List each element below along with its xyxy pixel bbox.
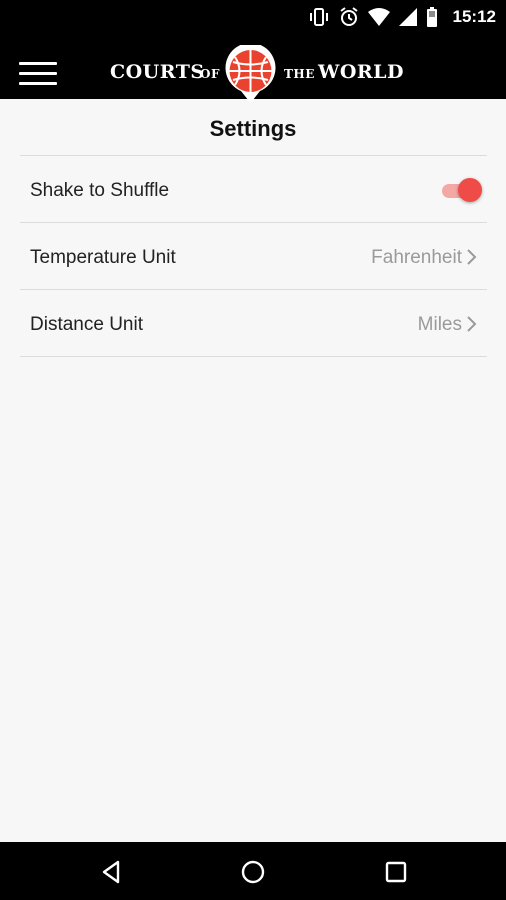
page-title: Settings bbox=[209, 116, 297, 141]
app-bar: COURTS OF THE WORLD bbox=[0, 33, 506, 103]
home-icon[interactable] bbox=[239, 858, 267, 886]
distance-unit-value: Miles bbox=[417, 314, 462, 335]
brand-word-courts: COURTS bbox=[110, 61, 205, 83]
temperature-unit-label: Temperature Unit bbox=[30, 247, 176, 268]
recents-icon[interactable] bbox=[382, 858, 410, 886]
distance-unit-label: Distance Unit bbox=[30, 314, 143, 335]
status-icons: 15:12 bbox=[308, 0, 496, 33]
settings-row-shake-to-shuffle[interactable]: Shake to Shuffle bbox=[20, 156, 487, 223]
chevron-right-icon bbox=[467, 249, 477, 265]
shake-to-shuffle-label: Shake to Shuffle bbox=[30, 180, 170, 201]
brand-word-world: WORLD bbox=[318, 61, 405, 83]
brand-logo-wordmark: COURTS OF THE WORLD bbox=[0, 33, 506, 103]
settings-list: Shake to Shuffle Temperature Unit Fahren… bbox=[20, 155, 487, 357]
settings-row-distance-unit[interactable]: Distance Unit Miles bbox=[20, 290, 487, 357]
toggle-thumb bbox=[458, 178, 482, 202]
status-bar: 15:12 bbox=[0, 0, 506, 33]
settings-row-temperature-unit[interactable]: Temperature Unit Fahrenheit bbox=[20, 223, 487, 290]
cell-signal-icon bbox=[398, 7, 417, 26]
temperature-unit-value: Fahrenheit bbox=[371, 247, 462, 268]
brand-word-the: THE bbox=[284, 67, 315, 81]
chevron-right-icon bbox=[467, 316, 477, 332]
basketball-globe-icon bbox=[225, 45, 276, 103]
back-icon[interactable] bbox=[98, 858, 126, 886]
battery-icon bbox=[426, 6, 438, 27]
brand-word-of: OF bbox=[200, 67, 220, 81]
system-nav-bar bbox=[0, 842, 506, 900]
wifi-icon bbox=[367, 7, 390, 26]
shake-to-shuffle-toggle[interactable] bbox=[440, 178, 482, 202]
alarm-icon bbox=[339, 6, 359, 27]
status-time: 15:12 bbox=[452, 6, 496, 26]
vibrate-icon bbox=[308, 7, 330, 26]
